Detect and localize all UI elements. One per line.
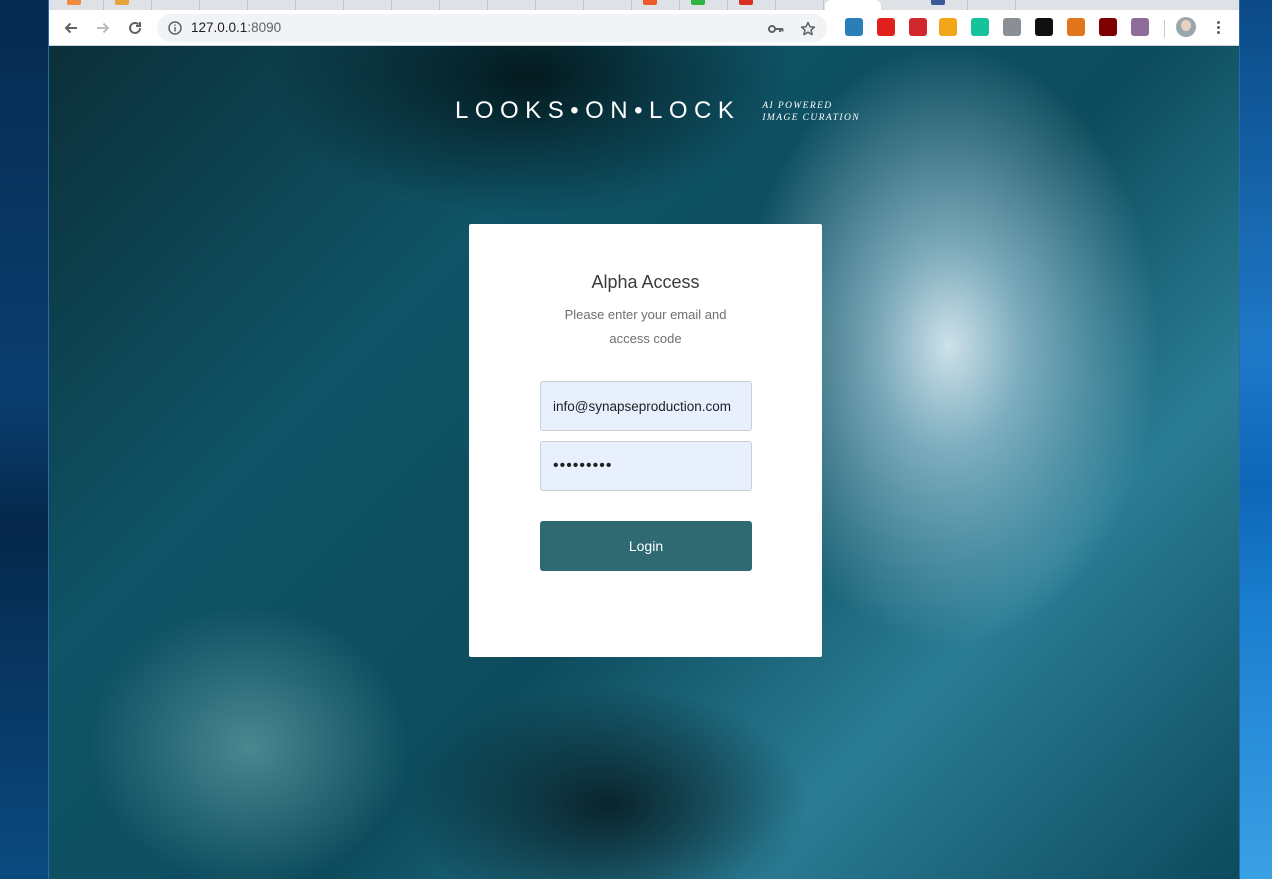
login-title: Alpha Access (591, 272, 700, 292)
url-text: 127.0.0.1:8090 (191, 20, 281, 35)
ext-4-icon[interactable] (939, 18, 957, 36)
browser-tab[interactable] (297, 0, 344, 10)
browser-tab[interactable] (585, 0, 632, 10)
browser-tab[interactable] (537, 0, 584, 10)
browser-tab[interactable] (249, 0, 296, 10)
browser-toolbar: 127.0.0.1:8090 (49, 10, 1239, 46)
browser-tab[interactable] (345, 0, 392, 10)
login-button[interactable]: Login (540, 521, 752, 571)
ext-6-icon[interactable] (1003, 18, 1021, 36)
url-host: 127.0.0.1 (191, 20, 248, 35)
profile-avatar[interactable] (1176, 17, 1196, 37)
browser-tab[interactable] (201, 0, 248, 10)
tab-strip (49, 0, 1239, 10)
grammarly-icon[interactable] (971, 18, 989, 36)
page-content: LOOKS•ON•LOCK AI POWERED IMAGE CURATION … (49, 46, 1239, 879)
ublock-icon[interactable] (1099, 18, 1117, 36)
brand-tagline: AI POWERED IMAGE CURATION (762, 100, 860, 124)
browser-tab[interactable] (633, 0, 680, 10)
three-dots-icon[interactable] (1209, 18, 1227, 36)
desktop-background-right (1240, 0, 1272, 879)
star-icon (800, 21, 816, 36)
access-code-field[interactable] (540, 441, 752, 491)
toolbar-separator (1164, 20, 1165, 38)
browser-tab[interactable] (57, 0, 104, 10)
arrow-right-icon (97, 22, 110, 34)
browser-tab[interactable] (441, 0, 488, 10)
url-port: :8090 (247, 20, 282, 35)
password-key-button[interactable] (767, 20, 785, 38)
brand-logo: LOOKS•ON•LOCK AI POWERED IMAGE CURATION (455, 96, 860, 126)
browser-tab[interactable] (921, 0, 968, 10)
browser-tab[interactable] (777, 0, 824, 10)
browser-tab[interactable] (681, 0, 728, 10)
browser-tab[interactable] (105, 0, 152, 10)
browser-tab[interactable] (153, 0, 200, 10)
browser-tab[interactable] (729, 0, 776, 10)
browser-tab[interactable] (393, 0, 440, 10)
bookmark-button[interactable] (799, 20, 817, 38)
metamask-icon[interactable] (1067, 18, 1085, 36)
brand-tagline-line1: AI POWERED (762, 101, 833, 111)
browser-window: 127.0.0.1:8090 LOOKS•ON•LOCK AI POWERED … (48, 0, 1240, 879)
arrow-left-icon (64, 22, 77, 34)
ext-10-icon[interactable] (1131, 18, 1149, 36)
brand-tagline-line2: IMAGE CURATION (762, 113, 860, 123)
key-icon (768, 25, 784, 33)
login-subtitle: Please enter your email and access code (564, 307, 727, 346)
browser-tab[interactable] (489, 0, 536, 10)
browser-tab[interactable] (969, 0, 1016, 10)
ext-7-icon[interactable] (1035, 18, 1053, 36)
email-field[interactable] (540, 381, 752, 431)
ext-1-icon[interactable] (845, 18, 863, 36)
login-card: Alpha Access Please enter your email and… (469, 224, 822, 657)
ext-3-icon[interactable] (909, 18, 927, 36)
reload-button[interactable] (123, 16, 147, 40)
info-icon[interactable] (168, 21, 182, 35)
back-button[interactable] (59, 16, 83, 40)
address-bar[interactable]: 127.0.0.1:8090 (157, 14, 827, 42)
brand-name: LOOKS•ON•LOCK (455, 97, 741, 124)
forward-button[interactable] (91, 16, 115, 40)
reload-icon (129, 21, 141, 34)
ext-2-icon[interactable] (877, 18, 895, 36)
desktop-background-left (0, 0, 48, 879)
browser-tab-active[interactable] (825, 0, 881, 10)
